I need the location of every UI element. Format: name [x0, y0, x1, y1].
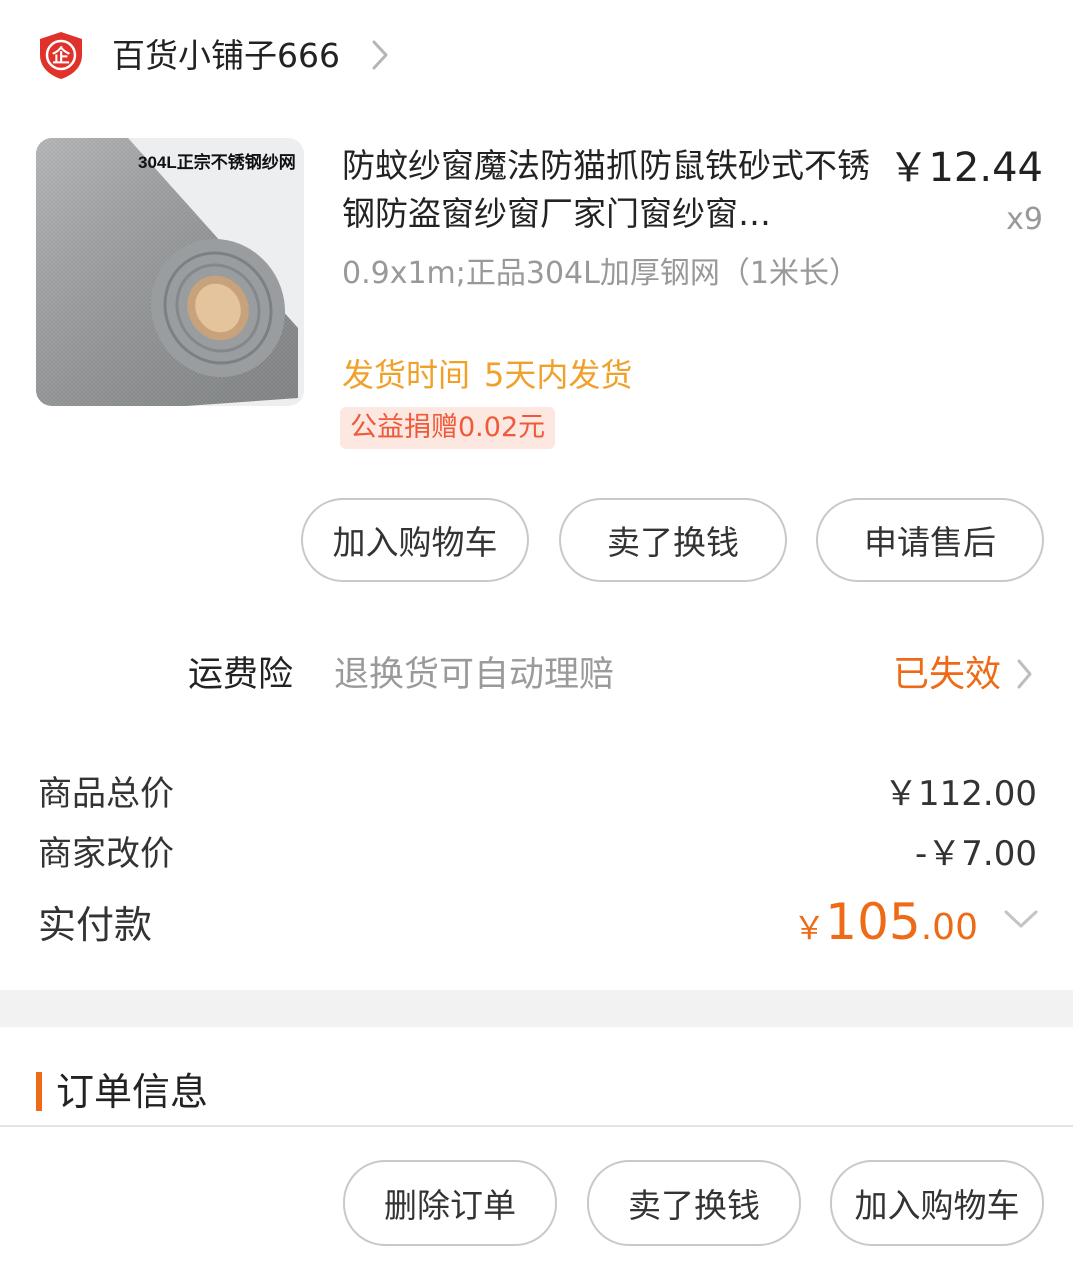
shipping-time-value: 5天内发货 — [484, 356, 633, 394]
chevron-right-icon[interactable] — [1016, 656, 1034, 692]
product-quantity: x9 — [1006, 202, 1043, 237]
product-price: ￥12.44 — [888, 145, 1043, 191]
amount-paid-integer: 105 — [825, 893, 921, 951]
product-spec: 0.9x1m;正品304L加厚钢网（1米长） — [342, 256, 859, 291]
shop-badge-icon: 企 — [38, 30, 84, 80]
product-title[interactable]: 防蚊纱窗魔法防猫抓防鼠铁砂式不锈钢防盗窗纱窗厂家门窗纱窗… — [342, 142, 890, 238]
shop-name[interactable]: 百货小铺子666 — [112, 34, 340, 78]
freight-insurance-description: 退换货可自动理赔 — [334, 655, 615, 695]
amount-paid-value: ￥105.00 — [793, 892, 978, 964]
shipping-time-label: 发货时间 — [342, 356, 471, 394]
chevron-down-icon[interactable] — [1003, 908, 1039, 930]
section-accent-bar — [36, 1072, 42, 1111]
order-info-title: 订单信息 — [56, 1070, 209, 1114]
add-to-cart-button-bottom[interactable]: 加入购物车 — [830, 1160, 1044, 1246]
resell-button[interactable]: 卖了换钱 — [559, 498, 787, 582]
amount-paid-currency: ￥ — [793, 909, 826, 947]
goods-total-label: 商品总价 — [38, 774, 174, 814]
freight-insurance-label: 运费险 — [188, 655, 294, 695]
shop-badge-text: 企 — [51, 45, 71, 67]
section-divider — [0, 990, 1073, 1027]
delete-order-button[interactable]: 删除订单 — [343, 1160, 557, 1246]
amount-paid-decimal: .00 — [920, 907, 978, 948]
seller-adjust-value: -￥7.00 — [915, 834, 1037, 874]
seller-adjust-label: 商家改价 — [38, 834, 174, 874]
amount-paid-label: 实付款 — [38, 903, 153, 947]
goods-total-value: ￥112.00 — [884, 774, 1037, 814]
product-thumbnail[interactable]: 304L正宗不锈钢纱网 — [36, 138, 304, 406]
freight-insurance-status[interactable]: 已失效 — [893, 650, 1001, 700]
apply-after-sale-button[interactable]: 申请售后 — [816, 498, 1044, 582]
charity-badge: 公益捐赠0.02元 — [340, 407, 556, 449]
add-to-cart-button[interactable]: 加入购物车 — [301, 498, 529, 582]
resell-button-bottom[interactable]: 卖了换钱 — [587, 1160, 801, 1246]
chevron-right-icon[interactable] — [370, 36, 392, 74]
shipping-time: 发货时间 5天内发货 — [342, 352, 632, 398]
product-image-caption: 304L正宗不锈钢纱网 — [138, 153, 296, 172]
